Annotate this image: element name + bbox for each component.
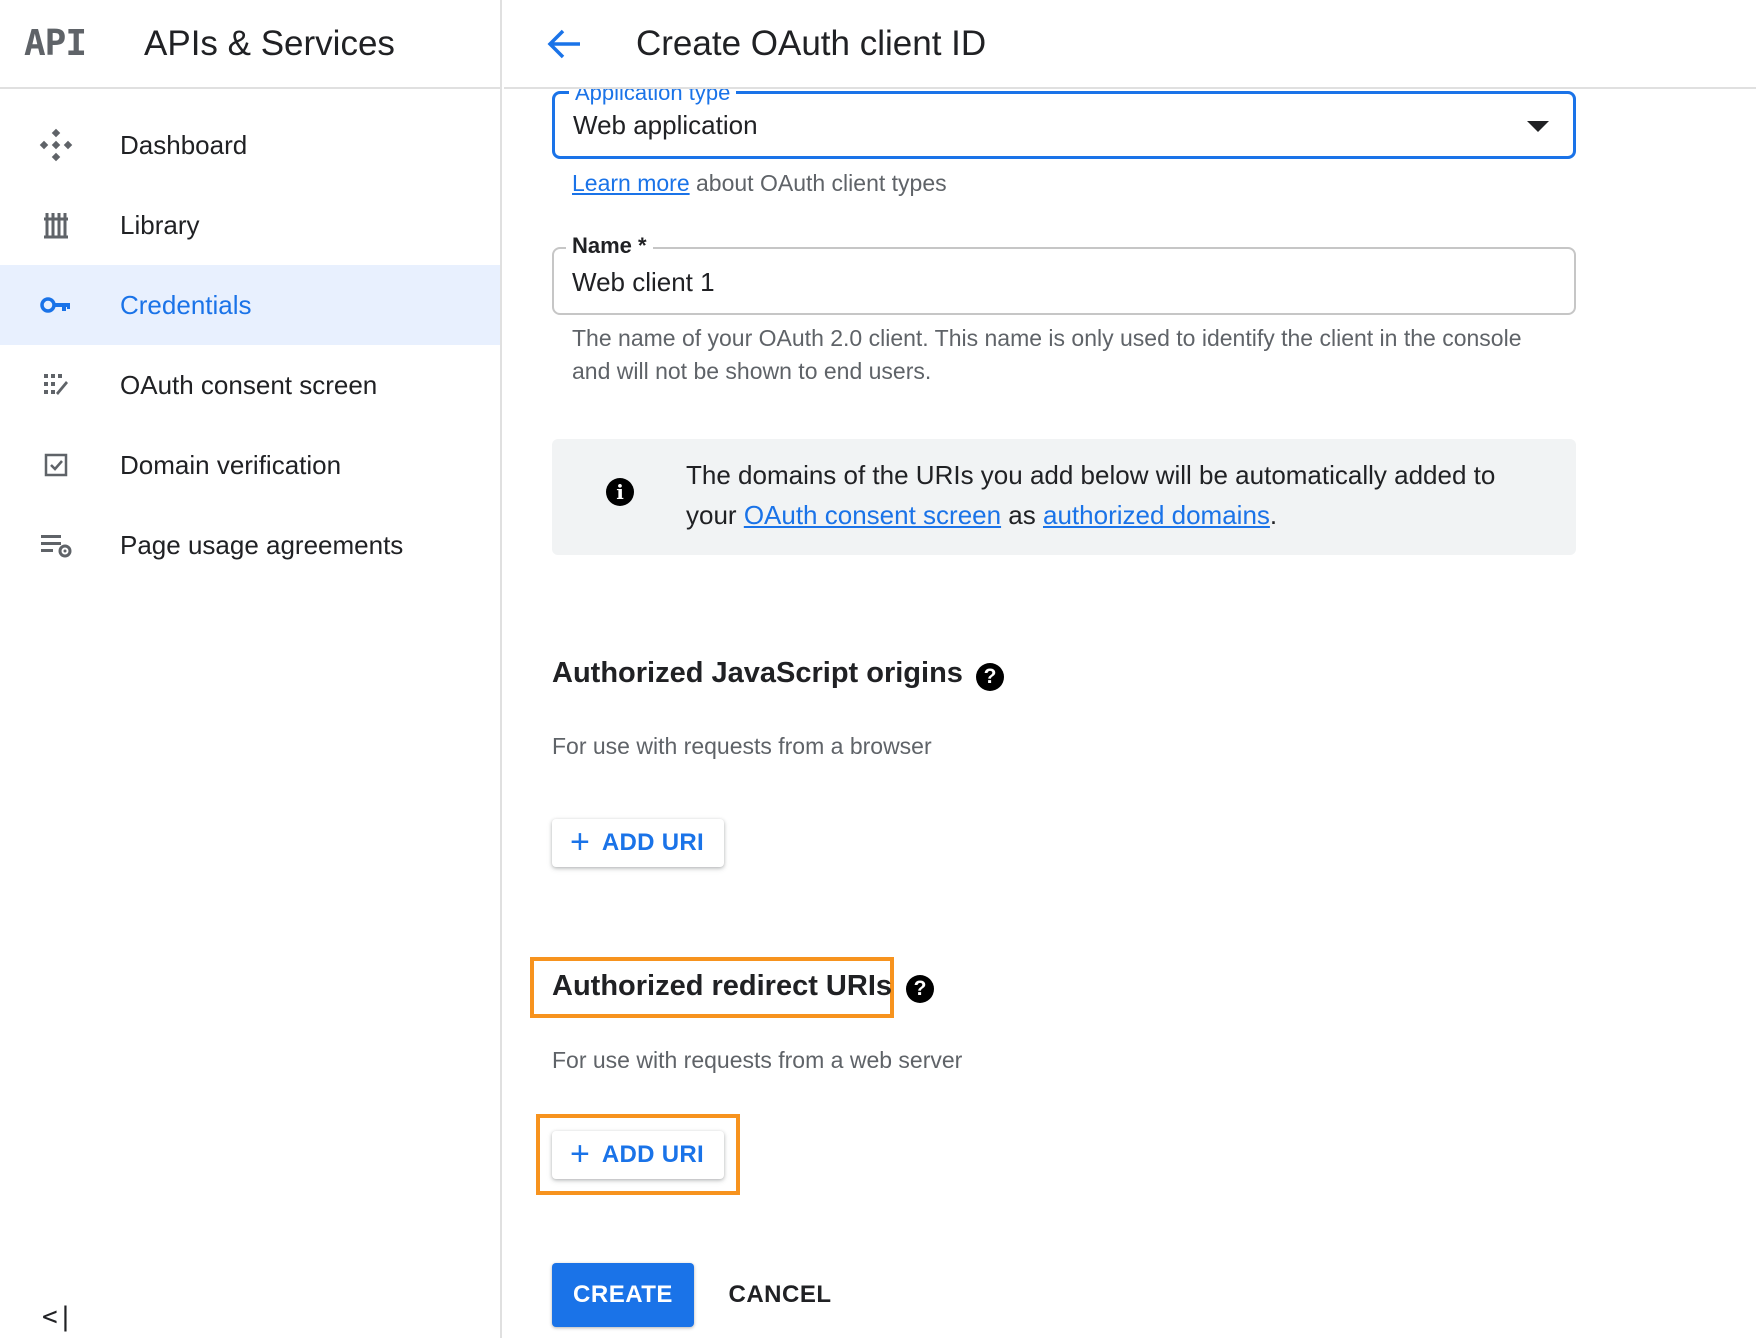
page-header: Create OAuth client ID — [504, 0, 1756, 89]
learn-more-helper: Learn more about OAuth client types — [572, 167, 947, 200]
info-text-part: . — [1269, 500, 1278, 530]
settings-list-icon — [28, 531, 84, 559]
help-icon[interactable]: ? — [976, 663, 1004, 691]
authorized-domains-link[interactable]: authorized domains — [1043, 500, 1270, 530]
info-text-part: as — [1001, 500, 1043, 530]
redirect-uris-subtitle: For use with requests from a web server — [552, 1047, 963, 1073]
collapse-sidebar-icon[interactable]: <| — [42, 1302, 73, 1332]
sidebar-item-label: Page usage agreements — [120, 529, 404, 560]
product-title: APIs & Services — [144, 23, 395, 63]
add-js-origin-button[interactable]: + ADD URI — [552, 819, 724, 867]
redirect-uris-title: Authorized redirect URIs — [552, 970, 892, 1002]
name-field[interactable]: Name * Web client 1 — [552, 233, 1576, 315]
sidebar-item-label: Library — [120, 209, 200, 240]
info-icon: i — [606, 478, 634, 506]
learn-more-link[interactable]: Learn more — [572, 170, 690, 196]
plus-icon: + — [570, 1134, 590, 1173]
main-content: Application type Web application Learn m… — [504, 80, 1756, 1338]
application-type-select[interactable]: Application type Web application — [552, 80, 1576, 159]
add-uri-label: ADD URI — [601, 1141, 704, 1168]
js-origins-title: Authorized JavaScript origins — [552, 657, 963, 689]
sidebar-item-page-usage[interactable]: Page usage agreements — [0, 505, 500, 585]
checkbox-icon — [28, 452, 84, 478]
application-type-value: Web application — [573, 110, 758, 140]
plus-icon: + — [570, 822, 590, 861]
sidebar-header: API APIs & Services — [0, 0, 500, 89]
oauth-consent-screen-link[interactable]: OAuth consent screen — [744, 500, 1001, 530]
create-button[interactable]: CREATE — [552, 1263, 694, 1327]
sidebar-item-label: Credentials — [120, 289, 252, 320]
page-title: Create OAuth client ID — [636, 23, 987, 63]
help-icon[interactable]: ? — [906, 975, 934, 1003]
sidebar-item-credentials[interactable]: Credentials — [0, 265, 500, 345]
name-helper-text: The name of your OAuth 2.0 client. This … — [572, 325, 1522, 384]
key-icon — [28, 295, 84, 315]
sidebar-item-label: OAuth consent screen — [120, 369, 378, 400]
js-origins-subtitle: For use with requests from a browser — [552, 733, 932, 759]
dashboard-icon — [28, 128, 84, 162]
add-uri-label: ADD URI — [601, 829, 704, 856]
sidebar-item-dashboard[interactable]: Dashboard — [0, 105, 500, 185]
sidebar-item-oauth-consent[interactable]: OAuth consent screen — [0, 345, 500, 425]
consent-screen-icon — [28, 371, 84, 399]
sidebar: API APIs & Services Dashboard Library Cr… — [0, 0, 502, 1338]
add-redirect-uri-button[interactable]: + ADD URI — [552, 1131, 724, 1179]
dropdown-arrow-icon — [1527, 121, 1549, 132]
info-banner: i The domains of the URIs you add below … — [552, 439, 1576, 555]
cancel-button[interactable]: CANCEL — [714, 1263, 846, 1327]
name-label: Name * — [566, 233, 653, 259]
back-arrow-icon[interactable] — [540, 20, 588, 68]
sidebar-item-label: Domain verification — [120, 449, 342, 480]
sidebar-nav: Dashboard Library Credentials OAuth cons… — [0, 105, 500, 585]
learn-more-text: about OAuth client types — [689, 170, 947, 196]
sidebar-item-library[interactable]: Library — [0, 185, 500, 265]
name-input[interactable]: Web client 1 — [572, 267, 715, 298]
library-icon — [28, 210, 84, 240]
sidebar-item-label: Dashboard — [120, 129, 248, 160]
sidebar-item-domain-verification[interactable]: Domain verification — [0, 425, 500, 505]
info-banner-text: The domains of the URIs you add below wi… — [686, 455, 1526, 535]
api-logo: API — [24, 23, 87, 64]
